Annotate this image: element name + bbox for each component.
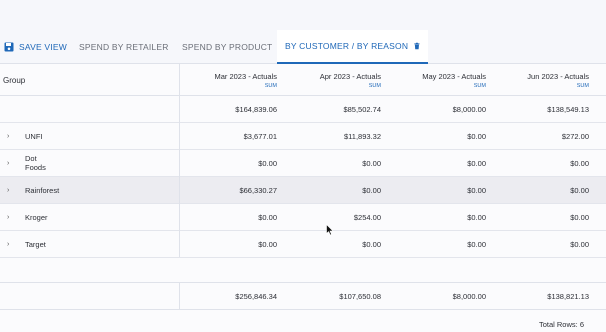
total-cell: $138,821.13 [547, 291, 589, 301]
column-agg-label: SUM [473, 83, 486, 89]
total-cell: $256,846.34 [235, 291, 277, 301]
group-name: Target [25, 239, 46, 249]
total-cell: $164,839.06 [235, 104, 277, 114]
group-name: Kroger [25, 212, 48, 222]
total-cell: $8,000.00 [452, 291, 486, 301]
value-cell: $0.00 [258, 212, 277, 222]
chevron-right-icon[interactable]: › [7, 241, 9, 248]
total-rows-status: Total Rows: 6 [538, 320, 584, 329]
group-name: Rainforest [25, 185, 60, 195]
tab-label: BY CUSTOMER / BY REASON [285, 41, 409, 51]
total-cell: $107,650.08 [339, 291, 381, 301]
column-header-label: Mar 2023 - Actuals [214, 72, 277, 81]
column-header-jun-2023[interactable]: Jun 2023 - Actuals SUM [527, 72, 589, 89]
data-grid: Group Mar 2023 - Actuals SUM Apr 2023 - … [0, 64, 606, 332]
pinned-column-divider[interactable] [179, 64, 180, 257]
column-agg-label: SUM [264, 83, 277, 89]
column-header-apr-2023[interactable]: Apr 2023 - Actuals SUM [320, 72, 381, 89]
table-row[interactable]: › UNFI $3,677.01 $11,893.32 $0.00 $272.0… [0, 123, 606, 150]
value-cell: $0.00 [362, 158, 381, 168]
total-cell: $85,502.74 [343, 104, 381, 114]
table-row[interactable]: › Dot Foods $0.00 $0.00 $0.00 $0.00 [0, 150, 606, 177]
value-cell: $0.00 [362, 239, 381, 249]
column-header-may-2023[interactable]: May 2023 - Actuals SUM [422, 72, 486, 89]
pinned-bottom-total-row: $256,846.34 $107,650.08 $8,000.00 $138,8… [0, 282, 606, 310]
chevron-right-icon[interactable]: › [7, 133, 9, 140]
value-cell: $3,677.01 [243, 131, 277, 141]
grid-header: Group Mar 2023 - Actuals SUM Apr 2023 - … [0, 64, 606, 96]
column-agg-label: SUM [576, 83, 589, 89]
column-header-mar-2023[interactable]: Mar 2023 - Actuals SUM [214, 72, 277, 89]
value-cell: $0.00 [258, 158, 277, 168]
save-view-label: SAVE VIEW [19, 42, 67, 52]
tab-spend-by-product[interactable]: SPEND BY PRODUCT [182, 30, 272, 64]
group-name: Dot Foods [25, 154, 46, 172]
save-icon [4, 42, 14, 52]
table-row[interactable]: › Rainforest $66,330.27 $0.00 $0.00 $0.0… [0, 177, 606, 204]
value-cell: $272.00 [561, 131, 589, 141]
total-cell: $8,000.00 [452, 104, 486, 114]
value-cell: $0.00 [467, 158, 486, 168]
value-cell: $0.00 [570, 212, 589, 222]
value-cell: $0.00 [467, 212, 486, 222]
value-cell: $0.00 [467, 239, 486, 249]
value-cell: $0.00 [570, 239, 589, 249]
tab-label: SPEND BY PRODUCT [182, 42, 273, 52]
column-header-label: Jun 2023 - Actuals [527, 72, 589, 81]
column-agg-label: SUM [368, 83, 381, 89]
tab-label: SPEND BY RETAILER [79, 42, 169, 52]
value-cell: $11,893.32 [344, 131, 381, 141]
chevron-right-icon[interactable]: › [7, 187, 9, 194]
value-cell: $0.00 [362, 185, 381, 195]
group-column-header[interactable]: Group [3, 64, 25, 96]
pinned-top-total-row: $164,839.06 $85,502.74 $8,000.00 $138,54… [0, 96, 606, 123]
value-cell: $254.00 [353, 212, 381, 222]
mouse-cursor-icon [326, 224, 334, 236]
value-cell: $0.00 [570, 185, 589, 195]
value-cell: $0.00 [258, 239, 277, 249]
table-row[interactable]: › Kroger $0.00 $254.00 $0.00 $0.00 [0, 204, 606, 231]
value-cell: $0.00 [467, 185, 486, 195]
trash-icon[interactable] [414, 41, 420, 51]
top-bar [0, 0, 606, 30]
view-tabs: SAVE VIEW SPEND BY RETAILER SPEND BY PRO… [0, 30, 606, 64]
value-cell: $0.00 [570, 158, 589, 168]
tab-spend-by-retailer[interactable]: SPEND BY RETAILER [79, 30, 169, 64]
chevron-right-icon[interactable]: › [7, 214, 9, 221]
save-view-button[interactable]: SAVE VIEW [4, 30, 67, 64]
column-header-label: Apr 2023 - Actuals [319, 72, 381, 81]
group-name: UNFI [25, 131, 43, 141]
pinned-column-divider [179, 282, 180, 309]
table-row[interactable]: › Target $0.00 $0.00 $0.00 $0.00 [0, 231, 606, 258]
tab-by-customer-by-reason[interactable]: BY CUSTOMER / BY REASON [277, 30, 428, 64]
column-header-label: May 2023 - Actuals [422, 72, 486, 81]
chevron-right-icon[interactable]: › [7, 160, 9, 167]
value-cell: $0.00 [467, 131, 486, 141]
total-cell: $138,549.13 [547, 104, 589, 114]
value-cell: $66,330.27 [239, 185, 277, 195]
